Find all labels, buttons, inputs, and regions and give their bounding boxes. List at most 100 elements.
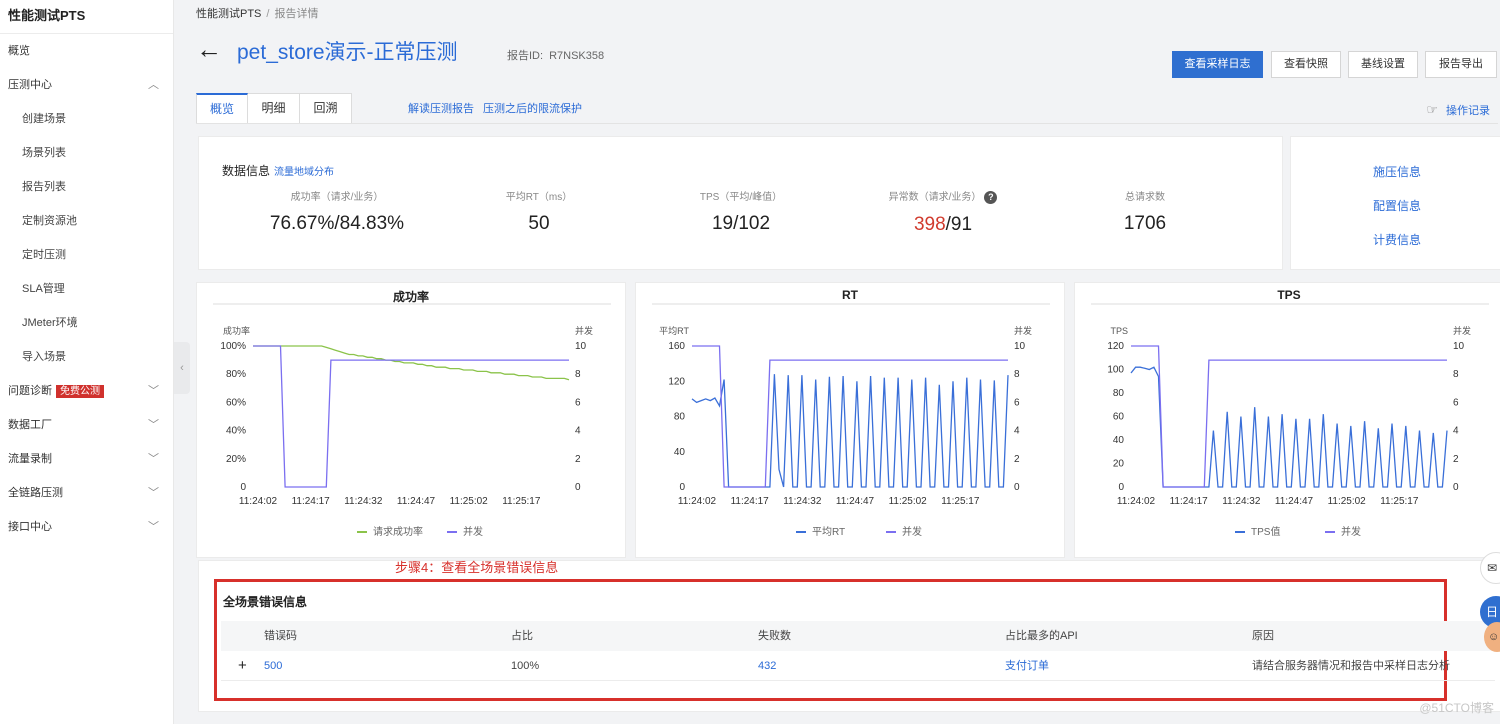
tab-bar: 概览 明细 回溯: [196, 93, 352, 124]
rt-chart-card: RT 平均RT 并发 0 40 80 120 160 0 2 4 6 8 10 11:24:02 11:24…: [635, 282, 1065, 558]
metric-value-red: 398: [913, 213, 946, 235]
y2-tick-label: 4: [575, 426, 581, 437]
sidebar-item[interactable]: 定制资源池: [0, 204, 173, 238]
sidebar-item-label: SLA管理: [22, 283, 65, 295]
sidebar-item[interactable]: 接口中心 ﹀: [0, 510, 173, 544]
y-tick-label: 80: [674, 412, 686, 423]
metric-tps: TPS（平均/峰值） 19/102: [641, 188, 841, 235]
sidebar-item[interactable]: 压测中心 ︿: [0, 68, 173, 102]
x-tick-label: 11:24:32: [783, 496, 822, 507]
data-info-title: 数据信息: [222, 164, 271, 178]
data-info-header: 数据信息 流量地域分布: [222, 162, 334, 179]
y2-tick-label: 2: [1453, 454, 1459, 465]
fail-count-link[interactable]: 432: [758, 651, 776, 681]
legend-label[interactable]: 请求成功率: [373, 525, 423, 538]
sidebar-item[interactable]: 场景列表: [0, 136, 173, 170]
operation-log-label: 操作记录: [1446, 105, 1490, 117]
sidebar-item[interactable]: 全链路压测 ﹀: [0, 476, 173, 510]
sidebar-item[interactable]: 导入场景: [0, 340, 173, 374]
load-info-link[interactable]: 施压信息: [1291, 163, 1500, 180]
legend-label[interactable]: 并发: [463, 525, 483, 538]
metric-value: 50: [528, 213, 550, 234]
sidebar-item-label: 全链路压测: [8, 487, 63, 499]
error-info-title: 全场景错误信息: [223, 595, 308, 609]
series-line: [253, 345, 570, 381]
sidebar-item[interactable]: 报告列表: [0, 170, 173, 204]
table-row: + 500 100% 432 支付订单 请结合服务器情况和报告中采样日志分析: [221, 651, 1495, 681]
back-arrow-icon[interactable]: ←: [196, 34, 222, 65]
chevron-down-icon: ﹀: [148, 521, 159, 533]
success-rate-chart-card: 成功率 成功率 并发 0 20% 40% 60% 80% 100% 0 2 4 6 8 10 11:24:0…: [196, 282, 626, 558]
metric-success-rate: 成功率（请求/业务） 76.67%/84.83%: [237, 188, 437, 235]
error-code-link[interactable]: 500: [264, 651, 282, 681]
step-annotation: 步骤4：查看全场景错误信息: [395, 560, 559, 575]
rt-chart: 平均RT 并发 0 40 80 120 160 0 2 4 6 8 10 11:24:02 11:24:17…: [652, 303, 1050, 538]
sidebar-item-label: 压测中心: [8, 79, 52, 91]
free-beta-badge: 免费公测: [56, 384, 104, 398]
legend-label[interactable]: 并发: [902, 525, 922, 538]
sidebar-item[interactable]: 问题诊断 免费公测 ﹀: [0, 374, 173, 408]
breadcrumb-root[interactable]: 性能测试PTS: [196, 8, 261, 20]
throttle-protection-link[interactable]: 压测之后的限流保护: [483, 100, 582, 116]
help-question-icon[interactable]: ?: [984, 190, 998, 204]
sidebar-item-label: 接口中心: [8, 521, 52, 533]
x-tick-label: 11:25:02: [1328, 496, 1367, 507]
operation-log-link[interactable]: ☞ 操作记录: [1426, 102, 1490, 118]
x-tick-label: 11:24:02: [678, 496, 717, 507]
y2-tick-label: 4: [1453, 426, 1459, 437]
error-info-card: 全场景错误信息 错误码 占比 失败数 占比最多的API 原因 + 500 100…: [198, 560, 1500, 712]
x-tick-label: 11:25:17: [941, 496, 980, 507]
legend-label[interactable]: 并发: [1341, 525, 1361, 538]
sidebar-item[interactable]: 定时压测: [0, 238, 173, 272]
legend-label[interactable]: 平均RT: [812, 526, 845, 538]
baseline-settings-button[interactable]: 基线设置: [1348, 51, 1418, 78]
metric-label: TPS（平均/峰值）: [699, 192, 783, 203]
report-id-label: 报告ID:: [507, 50, 544, 62]
view-sample-log-button[interactable]: 查看采样日志: [1172, 51, 1263, 78]
interpret-report-link[interactable]: 解读压测报告: [408, 100, 474, 116]
chevron-down-icon: ﹀: [148, 487, 159, 499]
y2-tick-label: 6: [1453, 397, 1459, 408]
traffic-region-link[interactable]: 流量地域分布: [274, 167, 334, 178]
billing-info-link[interactable]: 计费信息: [1291, 231, 1500, 248]
tab-details[interactable]: 明细: [248, 93, 300, 124]
y-tick-label: 0: [240, 482, 246, 493]
sidebar-item-label: 定制资源池: [22, 215, 77, 227]
chevron-down-icon: ﹀: [148, 385, 159, 397]
top-api-link[interactable]: 支付订单: [1005, 651, 1049, 681]
y-tick-label: 80%: [226, 369, 246, 380]
y-tick-label: 120: [1107, 341, 1124, 352]
sidebar-item-label: 流量录制: [8, 453, 52, 465]
chevron-down-icon: ﹀: [148, 419, 159, 431]
y2-axis-label: 并发: [1014, 325, 1032, 336]
x-tick-label: 11:24:32: [1222, 496, 1261, 507]
legend-label[interactable]: TPS值: [1251, 525, 1280, 538]
sidebar-item[interactable]: SLA管理: [0, 272, 173, 306]
sidebar-item[interactable]: JMeter环境: [0, 306, 173, 340]
view-snapshot-button[interactable]: 查看快照: [1271, 51, 1341, 78]
success-rate-chart: 成功率 并发020%40%60%80%100%024681011:24:02 11:…: [213, 303, 611, 538]
metric-value: 76.67%/84.83%: [269, 213, 405, 234]
page-title: pet_store演示-正常压测: [237, 41, 458, 64]
sidebar-item[interactable]: 数据工厂 ﹀: [0, 408, 173, 442]
expand-plus-icon[interactable]: +: [238, 651, 247, 681]
y2-tick-label: 0: [1014, 482, 1020, 493]
export-report-button[interactable]: 报告导出: [1425, 51, 1497, 78]
tab-overview[interactable]: 概览: [196, 93, 248, 124]
sidebar-item-label: 问题诊断: [8, 385, 52, 397]
tab-review[interactable]: 回溯: [300, 93, 352, 124]
sidebar-item[interactable]: 创建场景: [0, 102, 173, 136]
x-tick-label: 11:24:02: [239, 496, 278, 507]
sidebar-collapse-handle[interactable]: ‹: [174, 342, 190, 394]
sidebar-item[interactable]: 流量录制 ﹀: [0, 442, 173, 476]
metric-value: 398/91: [843, 214, 1043, 236]
x-tick-label: 11:24:47: [836, 496, 875, 507]
series-line: [691, 374, 1009, 488]
config-info-link[interactable]: 配置信息: [1291, 197, 1500, 214]
y-tick-label: 60%: [226, 397, 246, 408]
series-line: [1131, 345, 1447, 488]
y-tick-label: 100%: [220, 341, 246, 352]
error-reason: 请结合服务器情况和报告中采样日志分析: [1252, 660, 1450, 672]
sidebar-item[interactable]: 概览: [0, 34, 173, 68]
sidebar-item-label: JMeter环境: [22, 317, 78, 329]
